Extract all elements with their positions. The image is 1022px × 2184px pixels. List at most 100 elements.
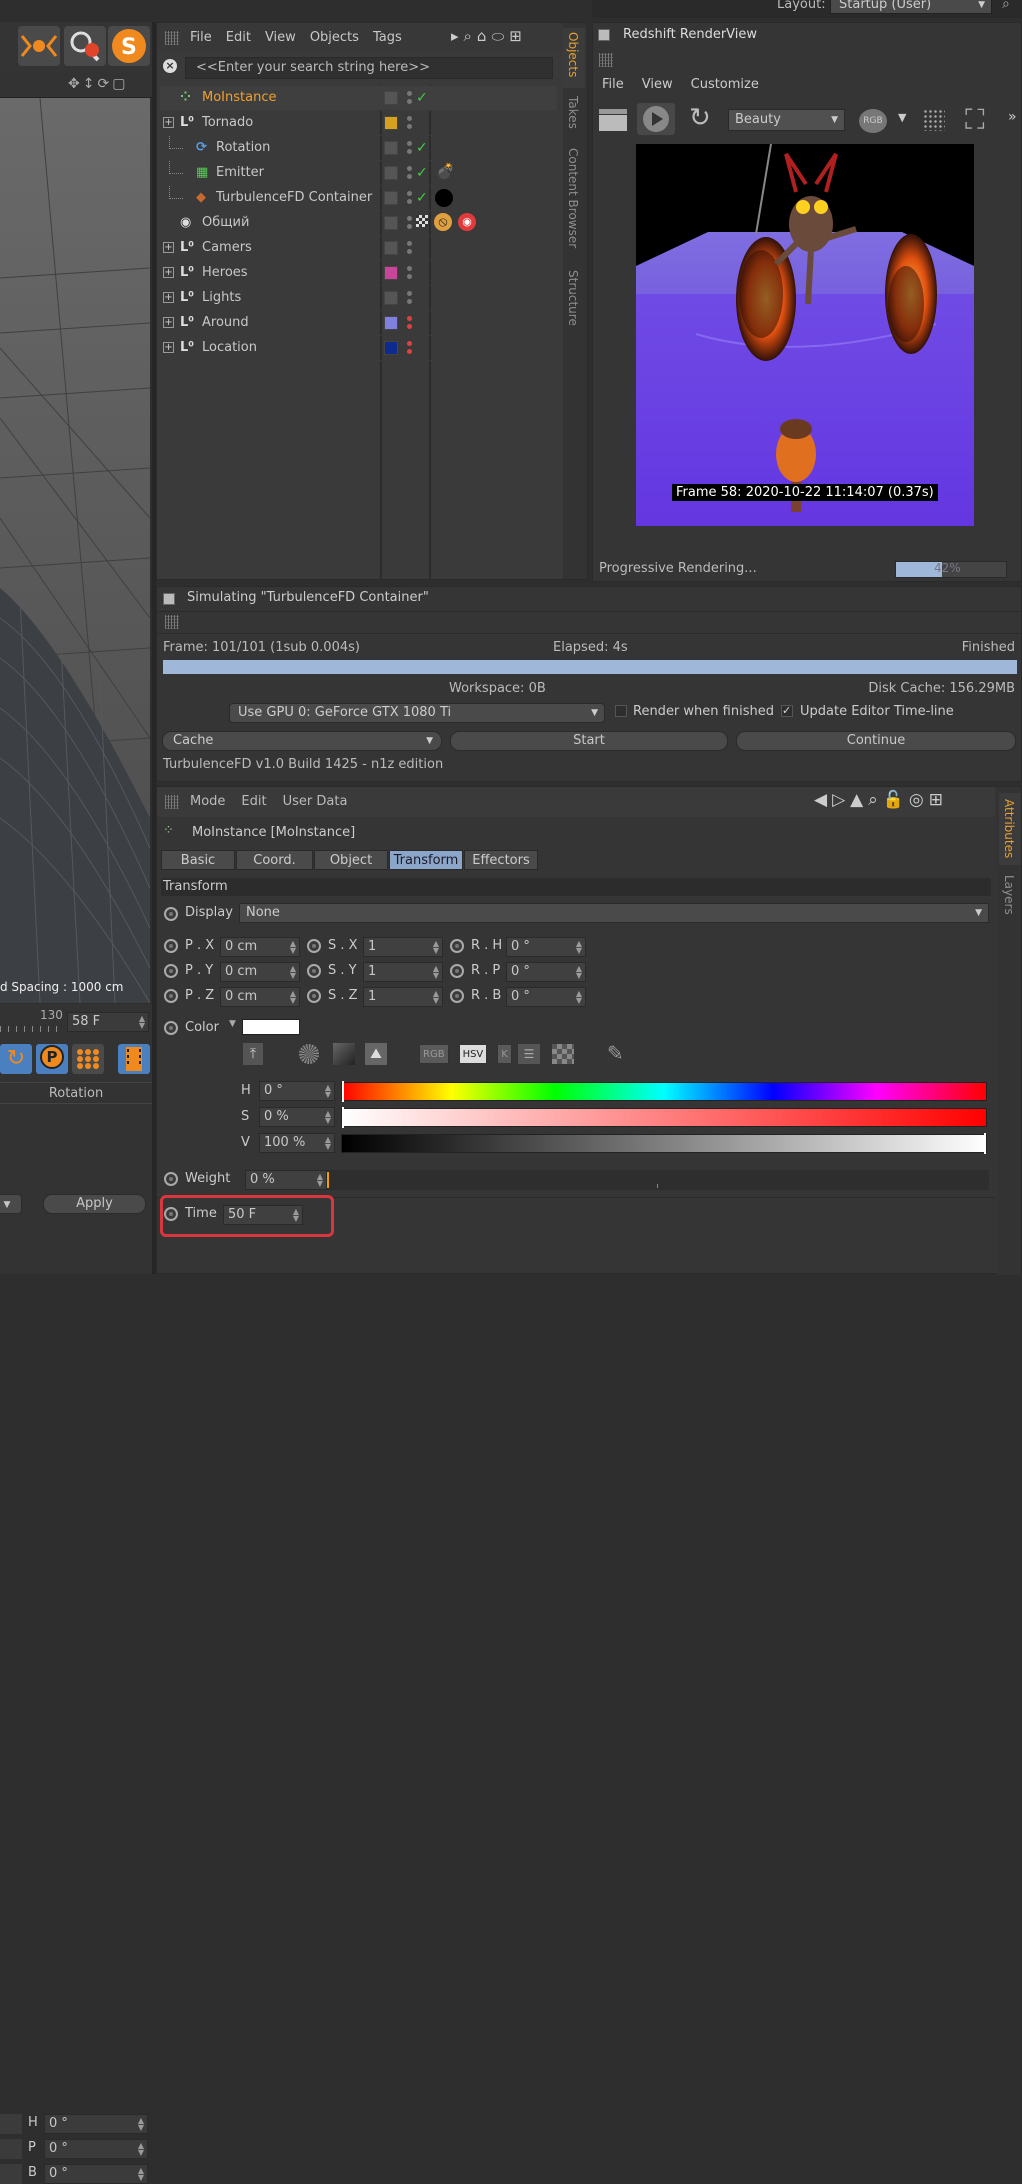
enabled-check-icon[interactable]: ✓ [416, 86, 428, 110]
scale-field[interactable]: 1 ▲ ▼ [363, 937, 443, 957]
pos-field[interactable]: 0 cm ▲ ▼ [220, 987, 300, 1007]
display-dropdown[interactable]: None ▼ [239, 903, 989, 923]
continue-button[interactable]: Continue [736, 731, 1016, 751]
eyedropper-icon[interactable]: ✎ [607, 1041, 624, 1065]
time-radio[interactable] [164, 1207, 178, 1221]
vtab-objects[interactable]: Objects [563, 28, 585, 88]
layer-color-swatch[interactable] [384, 316, 398, 330]
attributes-toolbar-icons[interactable]: ◀▷▲⌕🔓◎⊞ [814, 790, 948, 810]
attributes-menu-mode[interactable]: Mode [190, 794, 225, 809]
color-wheel-icon[interactable] [299, 1044, 319, 1064]
tab-object[interactable]: Object [314, 850, 388, 870]
grip-icon[interactable] [165, 31, 179, 45]
camera-tag-icon[interactable]: ◉ [458, 213, 476, 231]
panel-menu-icon[interactable] [163, 593, 175, 605]
grip-icon[interactable] [165, 615, 179, 629]
render-menu-view[interactable]: View [642, 77, 673, 92]
search-icon[interactable]: ⌕ [1002, 0, 1010, 12]
v-slider[interactable] [341, 1133, 987, 1154]
h-slider-knob[interactable] [342, 1081, 344, 1102]
zoom-tool-icon[interactable] [64, 26, 106, 66]
tab-coord[interactable]: Coord. [236, 850, 313, 870]
s-field[interactable]: 0 % ▲ ▼ [259, 1107, 335, 1127]
expand-icon[interactable]: + [163, 242, 174, 253]
material-tag-icon[interactable] [435, 189, 453, 207]
scale-field[interactable]: 1 ▲ ▼ [363, 987, 443, 1007]
layer-icon[interactable] [384, 91, 398, 105]
pos-field[interactable]: 0 cm ▲ ▼ [220, 962, 300, 982]
swatches-icon[interactable] [552, 1044, 574, 1064]
vtab-attributes[interactable]: Attributes [999, 793, 1021, 865]
layer-icon[interactable] [384, 216, 398, 230]
pos-radio[interactable] [164, 989, 178, 1003]
visibility-dots[interactable] [407, 216, 412, 232]
color-swatch[interactable] [242, 1019, 300, 1035]
display-radio[interactable] [164, 907, 178, 921]
apply-button[interactable]: Apply [43, 1194, 146, 1214]
rot-field-left[interactable] [0, 2164, 22, 2184]
attributes-menu-user-data[interactable]: User Data [283, 794, 348, 809]
color-mode-hsv[interactable]: HSV [458, 1044, 488, 1064]
v-slider-knob[interactable] [984, 1133, 986, 1154]
vtab-content-browser[interactable]: Content Browser [566, 148, 580, 248]
layer-icon[interactable] [384, 241, 398, 255]
cache-dropdown[interactable]: Cache ▼ [162, 731, 442, 751]
tree-row[interactable]: + L⁰ Tornado [160, 111, 557, 136]
visibility-dots[interactable] [407, 141, 412, 157]
visibility-dots[interactable] [407, 241, 412, 257]
v-field[interactable]: 100 % ▲ ▼ [259, 1133, 335, 1153]
expand-icon[interactable]: + [163, 292, 174, 303]
scale-radio[interactable] [307, 939, 321, 953]
grip-icon[interactable] [165, 795, 179, 809]
pos-radio[interactable] [164, 964, 178, 978]
chevron-down-icon[interactable]: ▼ [229, 1019, 236, 1029]
render-when-finished-checkbox[interactable] [615, 705, 627, 717]
visibility-dots[interactable] [407, 266, 412, 282]
loop-icon[interactable]: ↻ [0, 1044, 32, 1074]
visibility-dots[interactable] [407, 166, 412, 182]
expand-icon[interactable]: + [163, 317, 174, 328]
tab-effectors[interactable]: Effectors [464, 850, 538, 870]
aov-dropdown[interactable]: Beauty ▼ [728, 109, 845, 131]
expand-icon[interactable]: + [163, 267, 174, 278]
weight-field[interactable]: 0 % ▲ ▼ [245, 1170, 327, 1190]
tree-row[interactable]: + L⁰ Heroes [160, 261, 557, 286]
h-slider[interactable] [341, 1081, 987, 1102]
visibility-dots[interactable] [407, 191, 412, 207]
weight-radio[interactable] [164, 1172, 178, 1186]
expand-icon[interactable]: + [163, 342, 174, 353]
enabled-check-icon[interactable]: ✓ [416, 161, 428, 185]
no-render-tag-icon[interactable]: ⦸ [434, 213, 452, 231]
rot-field[interactable]: 0 ° ▲ ▼ [44, 2164, 148, 2184]
panel-menu-icon[interactable] [598, 29, 610, 41]
eyedropper-reset-icon[interactable]: ⤒ [243, 1043, 263, 1065]
tree-row[interactable]: ⟳ Rotation ✓ [160, 136, 557, 161]
time-field[interactable]: 50 F ▲ ▼ [223, 1205, 303, 1225]
more-icon[interactable]: » [1008, 109, 1017, 125]
color-radio[interactable] [164, 1021, 178, 1035]
menu-file[interactable]: File [190, 30, 212, 45]
pos-field[interactable]: 0 cm ▲ ▼ [220, 937, 300, 957]
search-input[interactable]: <<Enter your search string here>> [185, 57, 553, 79]
sliders-icon[interactable]: ☰ [518, 1044, 540, 1064]
tab-basic[interactable]: Basic [161, 850, 235, 870]
layer-color-swatch[interactable] [384, 341, 398, 355]
rgb-channel-icon[interactable]: RGB [859, 109, 887, 133]
start-button[interactable]: Start [450, 731, 728, 751]
menu-edit[interactable]: Edit [226, 30, 251, 45]
rot-field-left[interactable] [0, 2114, 22, 2134]
playback-p-icon[interactable]: P [36, 1044, 68, 1074]
gradient-picker-icon[interactable] [333, 1043, 355, 1065]
gpu-dropdown[interactable]: Use GPU 0: GeForce GTX 1080 Ti ▼ [229, 703, 605, 723]
render-menu-customize[interactable]: Customize [691, 77, 759, 92]
scale-radio[interactable] [307, 964, 321, 978]
rot-field[interactable]: 0 ° ▲ ▼ [44, 2114, 148, 2134]
dotted-grid-icon[interactable] [923, 109, 945, 131]
scale-radio[interactable] [307, 989, 321, 1003]
3d-viewport[interactable]: d Spacing : 1000 cm [0, 98, 150, 1003]
pos-radio[interactable] [164, 939, 178, 953]
visibility-dots[interactable] [407, 116, 412, 132]
layer-color-swatch[interactable] [384, 266, 398, 280]
render-image[interactable]: Frame 58: 2020-10-22 11:14:07 (0.37s) [636, 144, 974, 526]
grip-icon[interactable] [599, 53, 613, 67]
